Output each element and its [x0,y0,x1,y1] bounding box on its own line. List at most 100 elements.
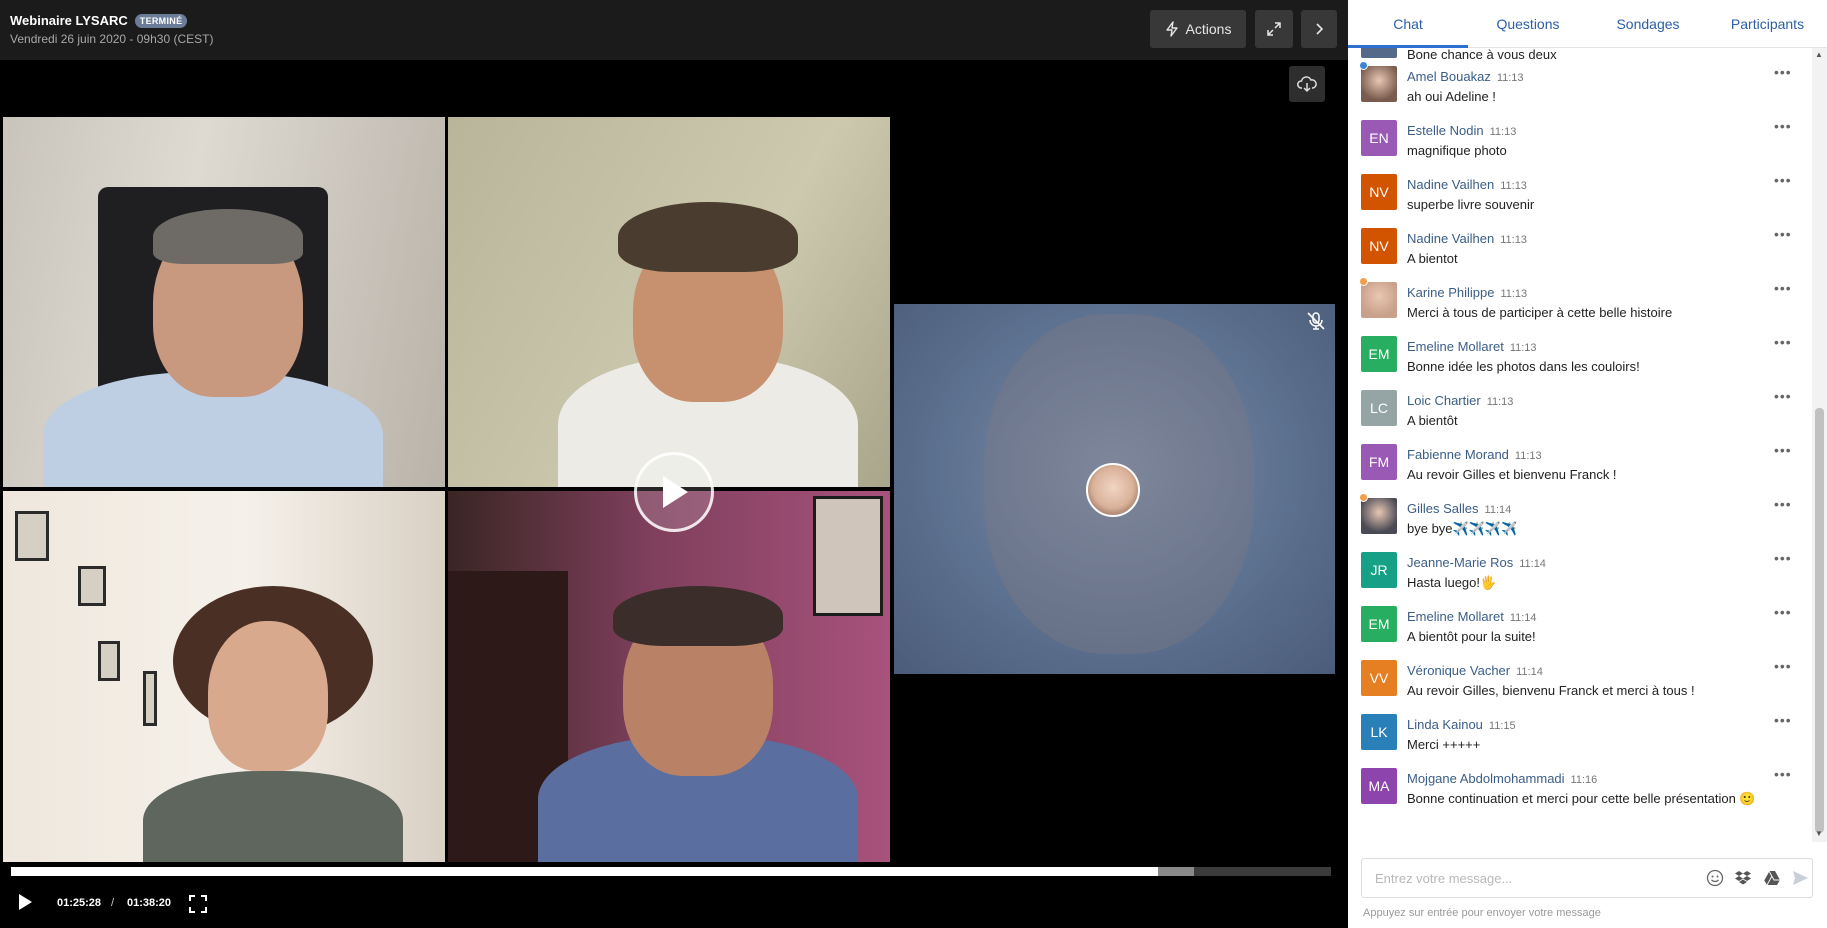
message-author[interactable]: Gilles Salles 11:14 [1407,501,1511,516]
avatar: EM [1361,606,1397,642]
message-author[interactable]: Emeline Mollaret 11:14 [1407,609,1537,624]
message-more-button[interactable]: ••• [1774,766,1792,782]
message-more-button[interactable]: ••• [1774,334,1792,350]
author-name: Linda Kainou [1407,717,1483,732]
send-icon[interactable] [1791,869,1809,887]
message-time: 11:13 [1500,288,1528,300]
chat-message: JR Jeanne-Marie Ros 11:14 Hasta luego!🖐️ ••• [1348,544,1810,598]
message-author[interactable]: Linda Kainou 11:15 [1407,717,1516,732]
scrollbar-thumb[interactable] [1815,408,1824,833]
chat-message-list: Bone chance à vous deux Amel Bouakaz 11:1… [1348,48,1810,842]
video-tile-3 [3,491,445,862]
message-text: bye bye✈️✈️✈️✈️ [1407,521,1518,536]
chat-message: EM Emeline Mollaret 11:13 Bonne idée les ph… [1348,328,1810,382]
message-author[interactable]: Loic Chartier 11:13 [1407,393,1513,408]
message-time: 11:13 [1514,450,1542,462]
composer-hint: Appuyez sur entrée pour envoyer votre me… [1363,907,1601,919]
message-more-button[interactable]: ••• [1774,118,1792,134]
actions-label: Actions [1185,21,1232,37]
message-author[interactable]: Mojgane Abdolmohammadi 11:16 [1407,771,1597,786]
author-name: Fabienne Morand [1407,447,1509,462]
message-more-button[interactable]: ••• [1774,658,1792,674]
message-author[interactable]: Nadine Vailhen 11:13 [1407,231,1527,246]
message-text: A bientôt pour la suite! [1407,629,1536,644]
message-more-button[interactable]: ••• [1774,496,1792,512]
google-drive-icon[interactable] [1763,869,1781,887]
avatar: JR [1361,552,1397,588]
message-author[interactable]: Karine Philippe 11:13 [1407,285,1527,300]
author-name: Estelle Nodin [1407,123,1484,138]
progress-bar[interactable] [11,867,1331,876]
status-dot-icon [1359,493,1368,502]
video-tile-2 [448,117,890,487]
download-button[interactable] [1289,66,1325,102]
emoji-icon[interactable] [1706,869,1724,887]
chat-message: EM Emeline Mollaret 11:14 A bientôt pour la… [1348,598,1810,652]
message-author[interactable]: Fabienne Morand 11:13 [1407,447,1542,462]
message-time: 11:13 [1496,72,1524,84]
dropbox-icon[interactable] [1734,869,1752,887]
chat-message: EN Estelle Nodin 11:13 magnifique photo ••• [1348,112,1810,166]
status-badge: TERMINÉ [134,13,188,28]
message-more-button[interactable]: ••• [1774,712,1792,728]
player-controls: 01:25:28 / 01:38:20 [0,885,1348,925]
author-name: Véronique Vacher [1407,663,1511,678]
avatar: LC [1361,390,1397,426]
play-overlay-button[interactable] [634,452,714,532]
collapse-panel-button[interactable] [1301,10,1337,48]
tab-questions[interactable]: Questions [1468,0,1588,48]
tab-polls[interactable]: Sondages [1588,0,1708,48]
tab-chat[interactable]: Chat [1348,0,1468,48]
message-author[interactable]: Jeanne-Marie Ros 11:14 [1407,555,1546,570]
message-author[interactable]: Emeline Mollaret 11:13 [1407,339,1537,354]
avatar: NV [1361,174,1397,210]
author-name: Emeline Mollaret [1407,339,1504,354]
tab-participants[interactable]: Participants [1708,0,1827,48]
chat-message: FM Fabienne Morand 11:13 Au revoir Gilles e… [1348,436,1810,490]
message-author[interactable]: Amel Bouakaz 11:13 [1407,69,1524,84]
message-more-button[interactable]: ••• [1774,280,1792,296]
bolt-icon [1165,21,1178,37]
message-text: A bientôt [1407,413,1458,428]
message-time: 11:13 [1500,234,1527,246]
video-area: Webinaire LYSARC TERMINÉ Vendredi 26 jui… [0,0,1348,928]
author-name: Emeline Mollaret [1407,609,1504,624]
avatar [1361,66,1397,102]
message-more-button[interactable]: ••• [1774,550,1792,566]
fullscreen-icon [189,895,207,913]
message-more-button[interactable]: ••• [1774,64,1792,80]
participant-avatar [1086,463,1140,517]
message-time: 11:16 [1570,774,1598,786]
message-author[interactable]: Estelle Nodin 11:13 [1407,123,1516,138]
video-tile-4 [448,491,890,862]
message-input[interactable] [1363,860,1683,896]
message-text: Bonne idée les photos dans les couloirs! [1407,359,1640,374]
message-author[interactable]: Nadine Vailhen 11:13 [1407,177,1527,192]
scroll-down-icon[interactable]: ▼ [1815,829,1823,838]
message-more-button[interactable]: ••• [1774,388,1792,404]
message-text: Bonne continuation et merci pour cette b… [1407,791,1756,806]
avatar: MA [1361,768,1397,804]
message-composer [1361,858,1813,898]
time-separator: / [111,897,115,909]
message-time: 11:14 [1484,504,1512,516]
message-text: Au revoir Gilles et bienvenu Franck ! [1407,467,1617,482]
message-text: superbe livre souvenir [1407,197,1535,212]
expand-icon [1267,22,1281,36]
message-more-button[interactable]: ••• [1774,172,1792,188]
message-more-button[interactable]: ••• [1774,604,1792,620]
expand-button[interactable] [1255,10,1293,48]
fullscreen-button[interactable] [188,894,208,919]
panel-tabs: Chat Questions Sondages Participants [1348,0,1827,48]
chat-message: NV Nadine Vailhen 11:13 A bientot ••• [1348,220,1810,274]
chat-scrollbar[interactable]: ▲ ▼ [1812,48,1827,842]
message-author[interactable]: Véronique Vacher 11:14 [1407,663,1543,678]
scroll-up-icon[interactable]: ▲ [1815,50,1823,59]
author-name: Loic Chartier [1407,393,1481,408]
chat-message: VV Véronique Vacher 11:14 Au revoir Gilles,… [1348,652,1810,706]
play-button[interactable] [17,893,33,916]
message-more-button[interactable]: ••• [1774,226,1792,242]
chat-message: LC Loic Chartier 11:13 A bientôt ••• [1348,382,1810,436]
actions-button[interactable]: Actions [1150,10,1246,48]
message-more-button[interactable]: ••• [1774,442,1792,458]
